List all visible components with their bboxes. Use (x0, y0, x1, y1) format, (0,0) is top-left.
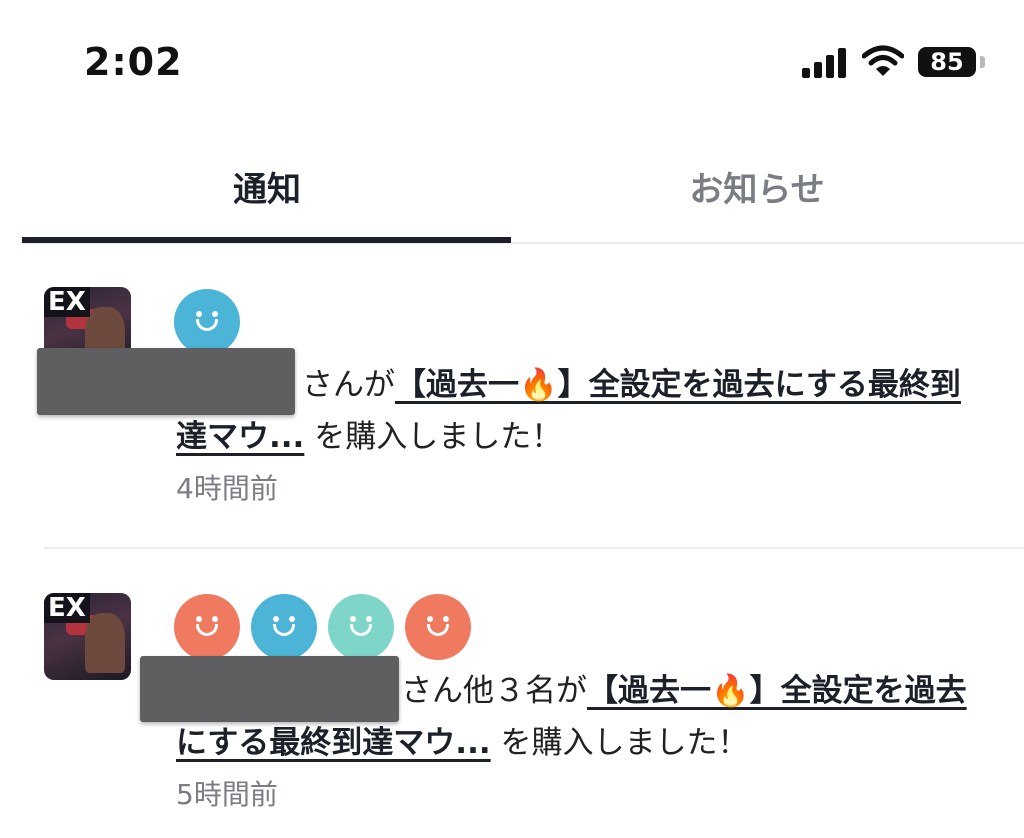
notification-time: 4時間前 (176, 472, 278, 505)
thumbnail-label: EX (44, 287, 90, 317)
battery-cap (980, 56, 985, 68)
notification-item[interactable]: EX さんが【過去一🔥】全設定を過去にする最終到達マウ... を購入しました！ … (0, 287, 1024, 549)
wifi-icon (861, 44, 905, 78)
product-thumbnail[interactable]: EX (44, 593, 131, 680)
cellular-signal-icon (802, 48, 850, 78)
smiley-avatar-icon[interactable] (251, 594, 317, 660)
action-text: を購入しました！ (304, 419, 563, 455)
buyer-avatars (174, 289, 240, 355)
buyer-suffix: さん他３名が (401, 673, 587, 709)
smiley-avatar-icon[interactable] (174, 289, 240, 355)
list-divider (44, 547, 1024, 549)
action-text: を購入しました！ (490, 725, 749, 761)
buyer-suffix: さんが (302, 367, 395, 403)
notification-time: 5時間前 (176, 778, 278, 811)
tab-announcements[interactable]: お知らせ (512, 130, 1002, 242)
thumbnail-label: EX (44, 593, 90, 623)
redacted-username (140, 656, 399, 722)
smiley-avatar-icon[interactable] (405, 594, 471, 660)
tab-bar: 通知 お知らせ (0, 130, 1024, 244)
smiley-avatar-icon[interactable] (328, 594, 394, 660)
status-time: 2:02 (84, 40, 183, 84)
buyer-avatars (174, 594, 471, 660)
smiley-avatar-icon[interactable] (174, 594, 240, 660)
status-bar: 2:02 85 (0, 0, 1024, 120)
redacted-username (37, 348, 295, 415)
active-tab-indicator (22, 237, 511, 243)
tab-notifications[interactable]: 通知 (22, 130, 512, 242)
thumbnail-character-graphic (85, 613, 125, 673)
notification-item[interactable]: EX さん他３名が【過去一🔥】全設定を過去にする最終到達マウ... を購入しまし… (0, 593, 1024, 838)
battery-icon: 85 (918, 47, 976, 77)
notification-message: さんが【過去一🔥】全設定を過去にする最終到達マウ... を購入しました！ (176, 359, 976, 463)
